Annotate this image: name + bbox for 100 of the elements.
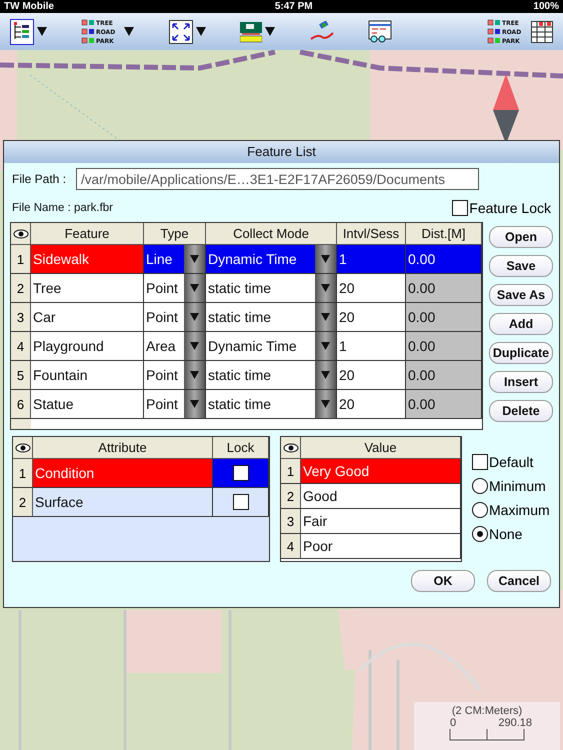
type-select[interactable]: Line — [144, 245, 206, 274]
gps-track-icon[interactable] — [310, 20, 334, 42]
action-button[interactable]: Duplicate — [489, 342, 553, 364]
dialog-button[interactable]: Cancel — [487, 570, 551, 592]
attribute-cell[interactable]: Surface — [33, 488, 213, 517]
action-button[interactable]: Add — [489, 313, 553, 335]
collect-mode-select[interactable]: static time — [206, 303, 337, 332]
caret-icon[interactable] — [124, 27, 134, 36]
type-select[interactable]: Point — [144, 274, 206, 303]
collect-mode-select[interactable]: Dynamic Time — [206, 332, 337, 361]
eye-icon — [12, 228, 28, 238]
distance-cell: 0.00 — [406, 332, 482, 361]
carrier-name: TW Mobile — [4, 1, 54, 12]
feature-cell[interactable]: Playground — [31, 332, 144, 361]
feature-cell[interactable]: Statue — [31, 390, 144, 419]
zoom-extent-icon[interactable] — [168, 20, 193, 44]
row-number: 5 — [11, 361, 31, 390]
row-number: 2 — [281, 484, 301, 509]
interval-cell[interactable]: 20 — [337, 274, 406, 303]
interval-cell[interactable]: 1 — [337, 245, 406, 274]
column-header: Feature — [31, 223, 144, 245]
lock-checkbox[interactable] — [232, 465, 248, 481]
eye-icon — [282, 442, 298, 452]
value-cell[interactable]: Very Good — [301, 459, 461, 484]
type-select[interactable]: Point — [144, 361, 206, 390]
value-cell[interactable]: Poor — [301, 534, 461, 559]
column-header: Value — [301, 437, 461, 459]
feature-cell[interactable]: Car — [31, 303, 144, 332]
caret-icon[interactable] — [265, 27, 276, 36]
column-header: Dist.[M] — [406, 223, 482, 245]
action-button[interactable]: Delete — [489, 400, 553, 422]
row-number: 1 — [11, 245, 31, 274]
caret-icon[interactable] — [37, 27, 47, 36]
row-number: 2 — [11, 274, 31, 303]
interval-cell[interactable]: 20 — [337, 390, 406, 419]
radio-button[interactable] — [472, 502, 488, 518]
file-name-label: File Name : park.fbr — [12, 202, 113, 214]
default-checkbox[interactable] — [472, 454, 488, 470]
feature-lock-label: Feature Lock — [469, 200, 551, 216]
lock-checkbox[interactable] — [232, 494, 248, 510]
attribute-cell[interactable]: Condition — [33, 459, 213, 488]
column-header: Lock — [213, 437, 269, 459]
collect-mode-select[interactable]: Dynamic Time — [206, 245, 337, 274]
caret-icon[interactable] — [196, 27, 206, 36]
scale-ruler-icon — [449, 729, 525, 741]
row-number: 2 — [13, 488, 33, 517]
interval-cell[interactable]: 20 — [337, 303, 406, 332]
row-number: 1 — [281, 459, 301, 484]
feature-cell[interactable]: Fountain — [31, 361, 144, 390]
collect-mode-select[interactable]: static time — [206, 390, 337, 419]
data-view-icon[interactable] — [368, 20, 392, 44]
type-select[interactable]: Area — [144, 332, 206, 361]
distance-cell: 0.00 — [406, 303, 482, 332]
dialog-button[interactable]: OK — [411, 570, 475, 592]
row-number: 1 — [13, 459, 33, 488]
radio-button[interactable] — [472, 526, 488, 542]
row-number: 3 — [11, 303, 31, 332]
table-icon[interactable] — [531, 20, 553, 42]
file-path-field[interactable]: /var/mobile/Applications/E…3E1-E2F17AF26059/Documents — [76, 168, 480, 190]
collect-mode-select[interactable]: static time — [206, 361, 337, 390]
feature-cell[interactable]: Sidewalk — [31, 245, 144, 274]
column-header: Intvl/Sess — [337, 223, 406, 245]
type-select[interactable]: Point — [144, 390, 206, 419]
column-header: Collect Mode — [206, 223, 337, 245]
clock-time: 5:47 PM — [274, 1, 313, 12]
option-label: Default — [489, 454, 534, 470]
action-button[interactable]: Open — [489, 226, 553, 248]
feature-list-icon[interactable] — [10, 18, 34, 44]
dialog-title: Feature List — [4, 141, 559, 163]
action-button[interactable]: Save — [489, 255, 553, 277]
distance-cell: 0.00 — [406, 390, 482, 419]
action-button[interactable]: Save As — [489, 284, 553, 306]
row-number: 3 — [281, 509, 301, 534]
option-label: None — [489, 526, 522, 542]
option-label: Maximum — [489, 502, 550, 518]
interval-cell[interactable]: 1 — [337, 332, 406, 361]
distance-cell: 0.00 — [406, 274, 482, 303]
distance-cell: 0.00 — [406, 245, 482, 274]
column-header: Attribute — [33, 437, 213, 459]
row-number: 4 — [11, 332, 31, 361]
column-header: Type — [144, 223, 206, 245]
scale-start: 0 — [450, 717, 456, 729]
action-button[interactable]: Insert — [489, 371, 553, 393]
feature-lock-checkbox[interactable] — [452, 200, 468, 216]
radio-button[interactable] — [472, 478, 488, 494]
value-cell[interactable]: Fair — [301, 509, 461, 534]
scale-end: 290.18 — [498, 717, 532, 729]
file-path-label: File Path : — [12, 172, 66, 186]
row-number: 4 — [281, 534, 301, 559]
scale-caption: (2 CM:Meters) — [452, 705, 522, 717]
battery-level: 100% — [533, 1, 559, 12]
collect-mode-select[interactable]: static time — [206, 274, 337, 303]
feature-cell[interactable]: Tree — [31, 274, 144, 303]
distance-cell: 0.00 — [406, 361, 482, 390]
value-cell[interactable]: Good — [301, 484, 461, 509]
row-number: 6 — [11, 390, 31, 419]
interval-cell[interactable]: 20 — [337, 361, 406, 390]
layers-icon[interactable] — [240, 20, 262, 42]
type-select[interactable]: Point — [144, 303, 206, 332]
option-label: Minimum — [489, 478, 546, 494]
